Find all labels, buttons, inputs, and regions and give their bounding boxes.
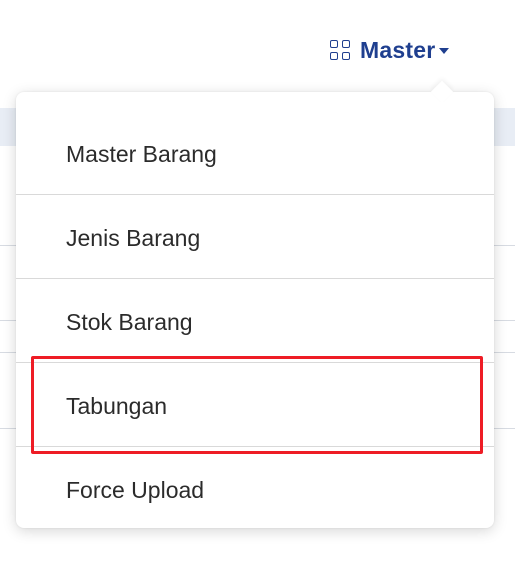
menu-divider	[16, 278, 494, 279]
menu-item-label: Force Upload	[66, 476, 205, 503]
menu-item-label: Stok Barang	[66, 308, 193, 335]
menu-item-force-upload[interactable]: Force Upload	[16, 448, 494, 532]
menu-pointer-arrow	[430, 80, 454, 104]
caret-down-icon	[439, 48, 450, 54]
menu-divider	[16, 194, 494, 195]
menu-item-stok-barang[interactable]: Stok Barang	[16, 280, 494, 364]
menu-item-label: Master Barang	[66, 140, 217, 167]
master-dropdown-toggle[interactable]: Master	[330, 32, 450, 68]
menu-item-label: Jenis Barang	[66, 224, 201, 251]
menu-item-jenis-barang[interactable]: Jenis Barang	[16, 196, 494, 280]
master-label: Master	[360, 36, 436, 63]
highlight-box	[31, 356, 483, 454]
master-dropdown-menu: Master Barang Jenis Barang Stok Barang T…	[16, 80, 494, 528]
menu-item-master-barang[interactable]: Master Barang	[16, 112, 494, 196]
grid-icon	[330, 40, 350, 60]
